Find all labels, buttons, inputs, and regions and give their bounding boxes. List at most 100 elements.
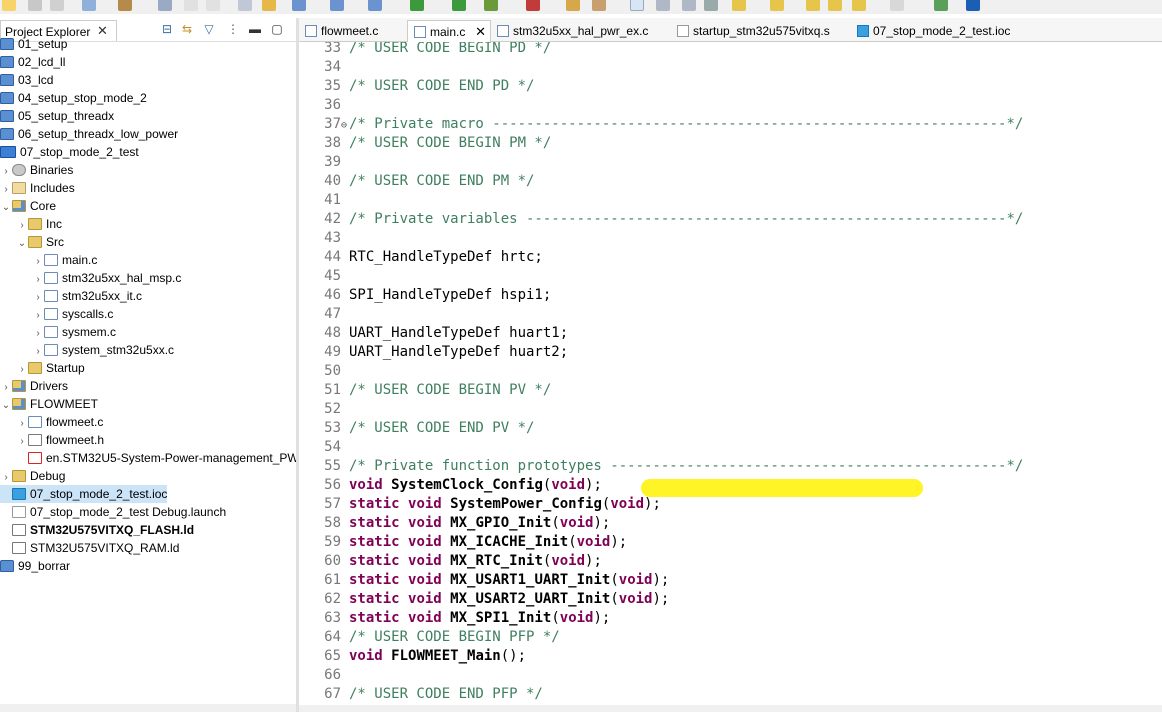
tree-item[interactable]: › sysmem.c (32, 323, 116, 341)
whitespace-icon[interactable] (682, 0, 696, 11)
tree-item[interactable]: 02_lcd_ll (0, 53, 65, 71)
back-icon[interactable] (806, 0, 820, 11)
code-editor[interactable]: 33 /* USER CODE BEGIN PD */ 34 35 /* USER CO… (299, 42, 1162, 712)
block-select-icon[interactable] (656, 0, 670, 11)
line-number: 37 (324, 116, 341, 132)
open-folder-icon[interactable] (566, 0, 580, 11)
tree-item[interactable]: 06_setup_threadx_low_power (0, 125, 178, 143)
editor-tab[interactable]: 07_stop_mode_2_test.ioc (851, 20, 1021, 42)
tree-item[interactable]: › Debug (0, 467, 65, 485)
tree-item[interactable]: 07_stop_mode_2_test (0, 143, 139, 161)
tree-item[interactable]: en.STM32U5-System-Power-management_PW (16, 449, 296, 467)
tree-item[interactable]: › Includes (0, 179, 74, 197)
tree-item[interactable]: › Startup (16, 359, 84, 377)
tree-item-label: Src (46, 235, 64, 249)
chevron-down-icon[interactable]: ⌄ (16, 235, 28, 253)
editor-tab[interactable]: main.c ✕ (407, 20, 491, 42)
tree-item-label: FLOWMEET (30, 397, 98, 411)
minimize-icon[interactable]: ▬ (248, 22, 262, 36)
run-config-icon[interactable] (484, 0, 498, 11)
code-token: ( (610, 591, 619, 607)
code-token: void (610, 496, 645, 512)
save-icon[interactable] (28, 0, 42, 11)
project-folder-icon (0, 92, 14, 104)
line-number: 52 (324, 401, 341, 417)
tree-item[interactable]: › stm32u5xx_hal_msp.c (32, 269, 181, 287)
stop-icon[interactable] (526, 0, 540, 11)
new-icon[interactable] (2, 0, 16, 11)
project-folder-icon (0, 38, 14, 50)
open-perspective-icon[interactable] (934, 0, 948, 11)
chevron-down-icon[interactable]: ⌄ (0, 199, 12, 217)
mark-occurrences-icon[interactable] (630, 0, 644, 11)
close-icon[interactable]: ✕ (475, 21, 486, 43)
tree-item[interactable]: 05_setup_threadx (0, 107, 114, 125)
save-all-icon[interactable] (50, 0, 64, 11)
tree-item[interactable]: ⌄ Core (0, 197, 56, 215)
refresh-icon[interactable] (410, 0, 424, 11)
settings-icon[interactable] (82, 0, 96, 11)
tree-item-label: stm32u5xx_hal_msp.c (62, 271, 182, 285)
nav-forward-icon[interactable] (890, 0, 904, 11)
debug-bug-icon[interactable] (262, 0, 276, 11)
tree-item[interactable]: › Binaries (0, 161, 73, 179)
binary-icon[interactable] (158, 0, 172, 11)
search-icon[interactable] (238, 0, 252, 11)
tree-item[interactable]: › Drivers (0, 377, 68, 395)
tool-icon[interactable] (592, 0, 606, 11)
filter-icon[interactable]: ▽ (202, 22, 216, 36)
tree-item[interactable]: STM32U575VITXQ_RAM.ld (0, 539, 179, 557)
tree-item[interactable]: › system_stm32u5xx.c (32, 341, 174, 359)
tree-item[interactable]: 04_setup_stop_mode_2 (0, 89, 147, 107)
editor-tab[interactable]: stm32u5xx_hal_pwr_ex.c (491, 20, 667, 42)
tree-item[interactable]: 07_stop_mode_2_test Debug.launch (0, 503, 226, 521)
pilcrow-icon[interactable] (704, 0, 718, 11)
chevron-down-icon[interactable]: ⌄ (0, 397, 12, 415)
undo-icon[interactable] (184, 0, 198, 11)
code-token: void (618, 572, 653, 588)
horizontal-scrollbar[interactable] (0, 704, 296, 712)
annotation-icon[interactable] (732, 0, 746, 11)
tree-item[interactable]: › flowmeet.c (16, 413, 103, 431)
collapse-all-icon[interactable]: ⊟ (160, 22, 174, 36)
fold-toggle-icon[interactable]: ⊖ (341, 116, 349, 135)
editor-tab[interactable]: startup_stm32u575vitxq.s (671, 20, 847, 42)
editor-horizontal-scrollbar[interactable] (299, 705, 1162, 712)
tree-item[interactable]: › flowmeet.h (16, 431, 104, 449)
forward-icon[interactable] (828, 0, 842, 11)
tree-item[interactable]: ⌄ Src (16, 233, 64, 251)
redo-icon[interactable] (206, 0, 220, 11)
editor-tab-label: startup_stm32u575vitxq.s (693, 24, 830, 38)
nav-back-icon[interactable] (852, 0, 866, 11)
c-class-icon[interactable] (368, 0, 382, 11)
close-icon[interactable]: ✕ (97, 23, 108, 39)
tree-item[interactable]: › stm32u5xx_it.c (32, 287, 142, 305)
source-folder-icon (12, 380, 26, 392)
code-token: /* Private variables -------------------… (349, 211, 1024, 227)
tree-item[interactable]: 07_stop_mode_2_test.ioc (0, 485, 168, 503)
link-with-editor-icon[interactable]: ⇆ (180, 22, 194, 36)
maximize-icon[interactable]: ▢ (270, 22, 284, 36)
tree-item[interactable]: › syscalls.c (32, 305, 113, 323)
tree-item[interactable]: 01_setup (0, 35, 67, 53)
run-icon[interactable] (452, 0, 466, 11)
tree-item-label: flowmeet.c (46, 415, 104, 429)
device-icon[interactable] (292, 0, 306, 11)
info-icon[interactable] (966, 0, 980, 11)
view-menu-icon[interactable]: ⋮ (226, 22, 240, 36)
code-token: /* USER CODE END PV */ (349, 420, 535, 436)
tree-item[interactable]: › main.c (32, 251, 97, 269)
tree-item[interactable]: STM32U575VITXQ_FLASH.ld (0, 521, 194, 539)
editor-tab[interactable]: flowmeet.c (299, 20, 403, 42)
tree-item[interactable]: 03_lcd (0, 71, 53, 89)
connect-icon[interactable] (330, 0, 344, 11)
next-annotation-icon[interactable] (770, 0, 784, 11)
code-token: ( (551, 610, 560, 626)
tree-item[interactable]: 99_borrar (0, 557, 70, 575)
tree-item[interactable]: › Inc (16, 215, 62, 233)
code-line: 44 RTC_HandleTypeDef hrtc; (299, 248, 543, 267)
tree-item[interactable]: ⌄ FLOWMEET (0, 395, 98, 413)
code-line: 46 SPI_HandleTypeDef hspi1; (299, 286, 551, 305)
code-line: 38 /* USER CODE BEGIN PM */ (299, 134, 551, 153)
build-icon[interactable] (118, 0, 132, 11)
